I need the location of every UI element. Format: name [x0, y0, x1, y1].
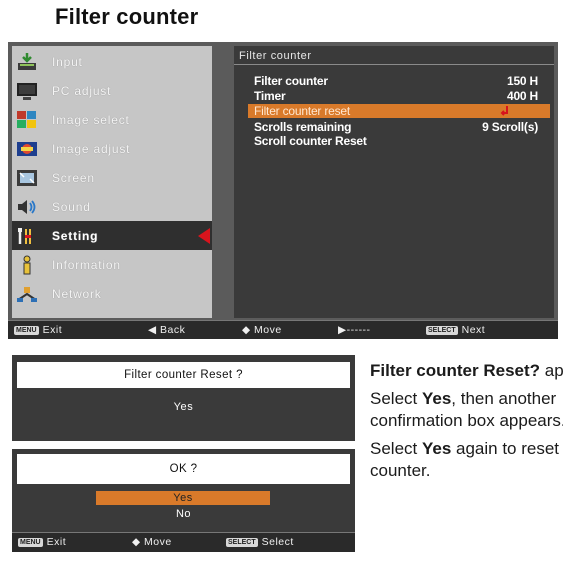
image-select-icon — [15, 109, 39, 131]
selection-arrow-icon — [198, 228, 210, 244]
instruction-text: Filter counter Reset? appears. Select Ye… — [370, 360, 563, 488]
move-hint: ◆ Move — [132, 536, 172, 548]
menu-item-input[interactable]: Input — [12, 47, 212, 76]
menu-item-screen[interactable]: Screen — [12, 163, 212, 192]
reset-confirm-dialog: Filter counter Reset ? Yes — [12, 355, 355, 441]
row-filter-counter-reset[interactable]: Filter counter reset — [248, 104, 550, 118]
panel-title: Filter counter — [239, 50, 312, 62]
dialog-prompt: Filter counter Reset ? — [17, 362, 350, 388]
menu-item-sound[interactable]: Sound — [12, 192, 212, 221]
input-icon — [15, 51, 39, 73]
monitor-icon — [15, 80, 39, 102]
row-filter-counter: Filter counter 150 H — [254, 74, 538, 88]
menu-item-information[interactable]: Information — [12, 250, 212, 279]
osd-status-bar: MENU Exit ◀ Back ◆ Move ▶------ SELECT N… — [8, 320, 558, 339]
no-option[interactable]: No — [12, 508, 355, 520]
select-key-icon: SELECT — [426, 325, 458, 335]
panel-divider — [234, 64, 554, 65]
yes-option[interactable]: Yes — [12, 401, 355, 413]
menu-key-icon: MENU — [14, 325, 39, 335]
exit-hint[interactable]: MENU Exit — [14, 324, 62, 336]
next-dash-hint: ▶------ — [338, 324, 371, 336]
speaker-icon — [15, 196, 39, 218]
ok-confirm-dialog: OK ? Yes No MENU Exit ◆ Move SELECT Sele… — [12, 449, 355, 552]
menu-item-network[interactable]: Network — [12, 279, 212, 308]
filter-counter-panel: Filter counter Filter counter 150 H Time… — [234, 46, 554, 318]
yes-option-selected[interactable]: Yes — [96, 491, 270, 505]
menu-item-setting[interactable]: Setting — [12, 221, 212, 250]
image-adjust-icon — [15, 138, 39, 160]
select-key-icon: SELECT — [226, 537, 258, 547]
main-menu: Input PC adjust Image select Image adjus… — [12, 46, 212, 318]
instruction-1: Filter counter Reset? appears. — [370, 361, 563, 380]
wrench-icon — [15, 225, 39, 247]
instruction-3: Select Yes again to reset the Filter cou… — [370, 439, 563, 480]
menu-item-image-adjust[interactable]: Image adjust — [12, 134, 212, 163]
osd-menu: Input PC adjust Image select Image adjus… — [8, 42, 558, 339]
page-title: Filter counter — [55, 4, 199, 29]
next-hint[interactable]: SELECT Next — [426, 324, 485, 336]
instruction-2: Select Yes, then another confirmation bo… — [370, 389, 563, 430]
row-scrolls-remaining: Scrolls remaining 9 Scroll(s) — [254, 120, 538, 134]
enter-icon — [500, 106, 508, 116]
dialog-prompt: OK ? — [17, 454, 350, 484]
back-hint[interactable]: ◀ Back — [148, 324, 185, 336]
select-hint[interactable]: SELECT Select — [226, 536, 294, 548]
menu-item-pc-adjust[interactable]: PC adjust — [12, 76, 212, 105]
exit-hint[interactable]: MENU Exit — [18, 536, 66, 548]
menu-item-image-select[interactable]: Image select — [12, 105, 212, 134]
row-scroll-counter-reset[interactable]: Scroll counter Reset — [248, 134, 550, 148]
row-timer: Timer 400 H — [254, 89, 538, 103]
move-hint: ◆ Move — [242, 324, 282, 336]
menu-key-icon: MENU — [18, 537, 43, 547]
screen-icon — [15, 167, 39, 189]
dialog-status-bar: MENU Exit ◆ Move SELECT Select — [12, 532, 355, 552]
network-icon — [15, 283, 39, 305]
info-icon — [15, 254, 39, 276]
